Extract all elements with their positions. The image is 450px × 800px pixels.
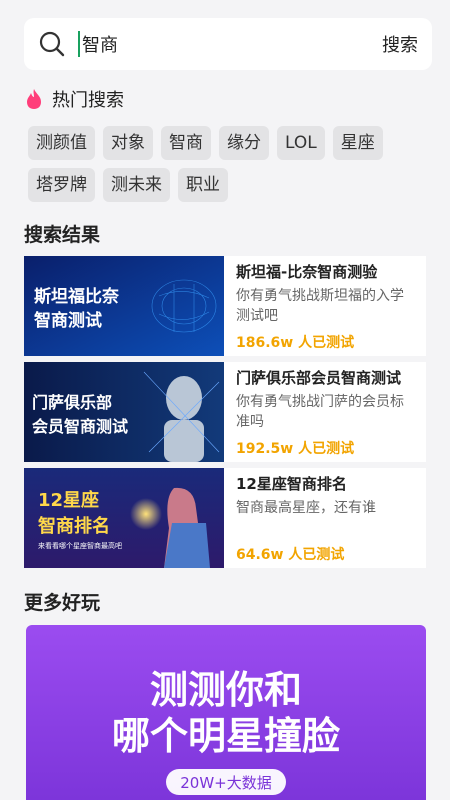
result-title: 12星座智商排名 [236, 475, 347, 493]
result-thumbnail: 斯坦福比奈 智商测试 [24, 256, 224, 356]
result-desc: 你有勇气挑战门萨的会员标准吗 [236, 394, 404, 430]
results-section-title: 搜索结果 [24, 224, 101, 246]
search-bar: 搜索 [24, 18, 432, 70]
hot-search-header: 热门搜索 [24, 86, 124, 112]
fire-icon [27, 89, 41, 109]
tag-item[interactable]: 塔罗牌 [28, 168, 95, 202]
hot-search-tags: 测颜值 对象 智商 缘分 LOL 星座 塔罗牌 测未来 职业 [28, 126, 428, 202]
result-item[interactable]: 门萨俱乐部 会员智商测试 门萨俱乐部会员智商测试 你有勇气挑战门萨的会员标准吗 … [24, 362, 426, 462]
search-icon[interactable] [38, 30, 66, 58]
thumb-text: 12星座 [38, 489, 99, 511]
tag-item[interactable]: 职业 [178, 168, 228, 202]
banner-badge: 20W+大数据 [180, 774, 272, 792]
results-list: 斯坦福比奈 智商测试 斯坦福-比奈智商测验 你有勇气挑战斯坦福的入学测试吧 18… [24, 256, 426, 574]
tag-item[interactable]: 星座 [332, 126, 383, 160]
search-input[interactable] [78, 31, 382, 57]
result-count: 64.6w 人已测试 [236, 547, 345, 563]
thumb-text: 智商排名 [38, 515, 110, 537]
result-desc: 智商最高星座，还有谁 [236, 500, 376, 516]
thumb-text: 门萨俱乐部 [32, 393, 112, 412]
thumb-text: 智商测试 [34, 310, 102, 331]
result-title: 门萨俱乐部会员智商测试 [236, 369, 402, 387]
result-thumbnail: 门萨俱乐部 会员智商测试 [24, 362, 224, 462]
tag-item[interactable]: LOL [277, 126, 325, 160]
result-title: 斯坦福-比奈智商测验 [236, 263, 378, 281]
result-desc: 你有勇气挑战斯坦福的入学测试吧 [236, 288, 404, 324]
promo-banner[interactable]: 测测你和 哪个明星撞脸 20W+大数据 [26, 625, 426, 800]
thumb-text: 会员智商测试 [32, 417, 128, 436]
tag-item[interactable]: 测颜值 [28, 126, 95, 160]
tag-item[interactable]: 缘分 [219, 126, 269, 160]
result-thumbnail: 12星座 智商排名 来看看哪个星座智商最高吧 [24, 468, 224, 568]
search-button[interactable]: 搜索 [382, 31, 418, 57]
banner-line1: 测测你和 [150, 668, 302, 712]
result-item[interactable]: 12星座 智商排名 来看看哪个星座智商最高吧 12星座智商排名 智商最高星座，还… [24, 468, 426, 568]
tag-item[interactable]: 对象 [103, 126, 153, 160]
result-count: 192.5w 人已测试 [236, 441, 355, 457]
hot-search-title: 热门搜索 [52, 90, 124, 111]
banner-line2: 哪个明星撞脸 [112, 714, 341, 758]
thumb-text: 斯坦福比奈 [34, 286, 120, 307]
more-section-title: 更多好玩 [24, 592, 101, 614]
result-item[interactable]: 斯坦福比奈 智商测试 斯坦福-比奈智商测验 你有勇气挑战斯坦福的入学测试吧 18… [24, 256, 426, 356]
result-count: 186.6w 人已测试 [236, 335, 355, 351]
tag-item[interactable]: 智商 [161, 126, 211, 160]
tag-item[interactable]: 测未来 [103, 168, 170, 202]
thumb-subtext: 来看看哪个星座智商最高吧 [38, 541, 122, 550]
